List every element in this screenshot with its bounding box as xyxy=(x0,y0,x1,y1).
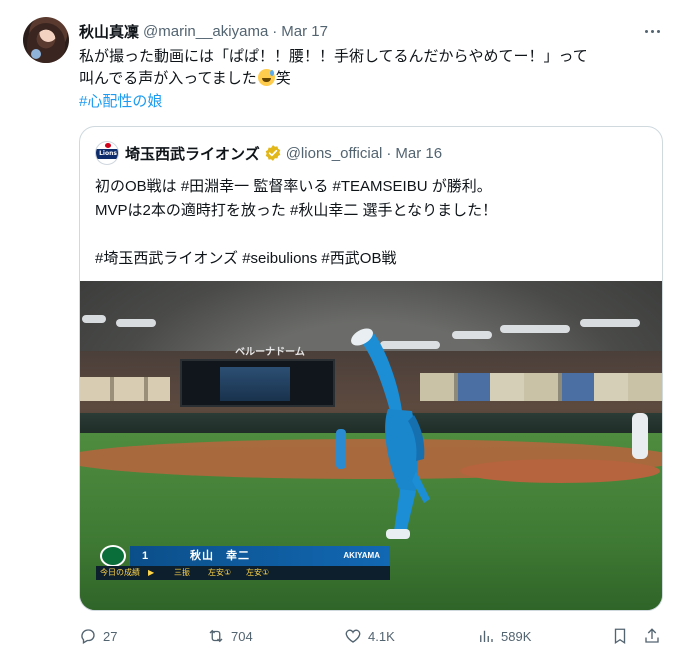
player-info-overlay: 1 秋山 幸二 AKIYAMA 今日の成績 ▶ 三振 左安① 左安① xyxy=(96,543,390,581)
tweet-text-line-2-pre: 叫んでる声が入ってました xyxy=(79,70,257,87)
logo-text: Lions xyxy=(99,150,117,157)
avatar-microphone xyxy=(31,49,41,59)
stats-arrow: ▶ xyxy=(148,568,155,577)
reply-icon xyxy=(81,629,95,644)
reply-count: 27 xyxy=(103,628,118,644)
quoted-text-line-2: MVPは2本の適時打を放った #秋山幸二 選手となりました！ xyxy=(95,202,498,219)
reply-button[interactable]: 27 xyxy=(79,624,117,648)
repost-icon xyxy=(209,629,223,643)
views-count: 589K xyxy=(501,628,532,644)
at-bat-2: 左安① xyxy=(208,568,232,577)
share-icon xyxy=(645,628,659,643)
quoted-header-separator: · xyxy=(386,144,392,162)
tweet-header: 秋山真凜 @marin__akiyama · Mar 17 xyxy=(79,20,328,42)
like-button[interactable]: 4.1K xyxy=(344,624,395,648)
player-name: 秋山 幸二 xyxy=(190,550,250,562)
author-avatar[interactable] xyxy=(23,17,69,63)
tweet-text-line-2-post: 笑 xyxy=(275,70,291,87)
player-number: 1 xyxy=(142,550,149,562)
quoted-tweet[interactable]: Lions 埼玉西武ライオンズ @lions_official · Mar 16… xyxy=(79,126,663,611)
todays-stats-bar: 今日の成績 ▶ 三振 左安① 左安① xyxy=(96,566,390,580)
views-button[interactable]: 589K xyxy=(477,624,531,648)
scoreboard-sign-text: ベルーナドーム xyxy=(235,346,305,358)
left-ad-signs xyxy=(80,377,170,401)
verified-badge-icon xyxy=(265,145,280,161)
scoreboard-sign: ベルーナドーム xyxy=(235,346,305,358)
heart-icon xyxy=(345,629,361,643)
mascot-figure xyxy=(632,413,648,459)
scoreboard xyxy=(180,359,335,407)
player-romaji: AKIYAMA xyxy=(343,551,380,560)
quoted-text-line-1: 初のOB戦は #田淵幸一 監督率いる #TEAMSEIBU が勝利。 xyxy=(95,178,492,195)
quoted-tweet-header: 埼玉西武ライオンズ @lions_official · Mar 16 xyxy=(125,142,442,164)
bookmark-button[interactable] xyxy=(611,624,635,648)
tweet-text: 私が撮った動画には「ぱぱ！！腰！！手術してるんだからやめてー！」って 叫んでる声… xyxy=(79,46,669,90)
like-count: 4.1K xyxy=(368,628,395,644)
tweet-text-line-2: 叫んでる声が入ってました 笑 xyxy=(79,68,669,90)
more-options-icon[interactable] xyxy=(640,22,664,40)
scoreboard-screen xyxy=(220,367,290,401)
team-badge-icon xyxy=(100,545,126,567)
quoted-author-handle[interactable]: @lions_official xyxy=(286,145,383,162)
bookmark-icon xyxy=(614,628,626,645)
pitchers-mound xyxy=(460,459,660,483)
repost-count: 704 xyxy=(231,628,253,644)
video-media[interactable]: ベルーナドーム 1 秋山 幸二 AKIYAMA 今日の成績 ▶ 三振 左安① 左… xyxy=(80,281,662,610)
hashtag-link[interactable]: #心配性の娘 xyxy=(79,90,162,111)
at-bat-3: 左安① xyxy=(246,568,270,577)
player-name-bar: 1 秋山 幸二 AKIYAMA xyxy=(130,546,390,566)
quoted-text-line-4: #埼玉西武ライオンズ #seibulions #西武OB戦 xyxy=(95,250,397,267)
header-separator: · xyxy=(272,22,278,40)
action-bar: 27 704 4.1K 589K xyxy=(79,624,669,648)
logo-red-mark xyxy=(105,143,111,148)
cartwheeling-player xyxy=(351,328,430,539)
at-bat-1: 三振 xyxy=(174,568,190,577)
todays-stats-label: 今日の成績 xyxy=(100,568,140,577)
author-handle[interactable]: @marin__akiyama xyxy=(143,23,268,40)
quoted-tweet-text: 初のOB戦は #田淵幸一 監督率いる #TEAMSEIBU が勝利。 MVPは2… xyxy=(95,175,655,271)
quoted-text-line-3 xyxy=(95,223,655,247)
repost-button[interactable]: 704 xyxy=(207,624,253,648)
views-chart-icon xyxy=(480,630,493,642)
tweet[interactable]: 秋山真凜 @marin__akiyama · Mar 17 私が撮った動画には「… xyxy=(0,0,690,654)
sweat-smile-emoji-icon xyxy=(257,69,275,86)
tweet-text-line-1: 私が撮った動画には「ぱぱ！！腰！！手術してるんだからやめてー！」って xyxy=(79,48,588,65)
quoted-author-name[interactable]: 埼玉西武ライオンズ xyxy=(125,143,260,164)
share-button[interactable] xyxy=(643,624,667,648)
tweet-date[interactable]: Mar 17 xyxy=(281,23,328,40)
lions-logo-avatar[interactable]: Lions xyxy=(95,141,119,165)
author-name[interactable]: 秋山真凜 xyxy=(79,21,139,42)
quoted-tweet-date[interactable]: Mar 16 xyxy=(395,145,442,162)
